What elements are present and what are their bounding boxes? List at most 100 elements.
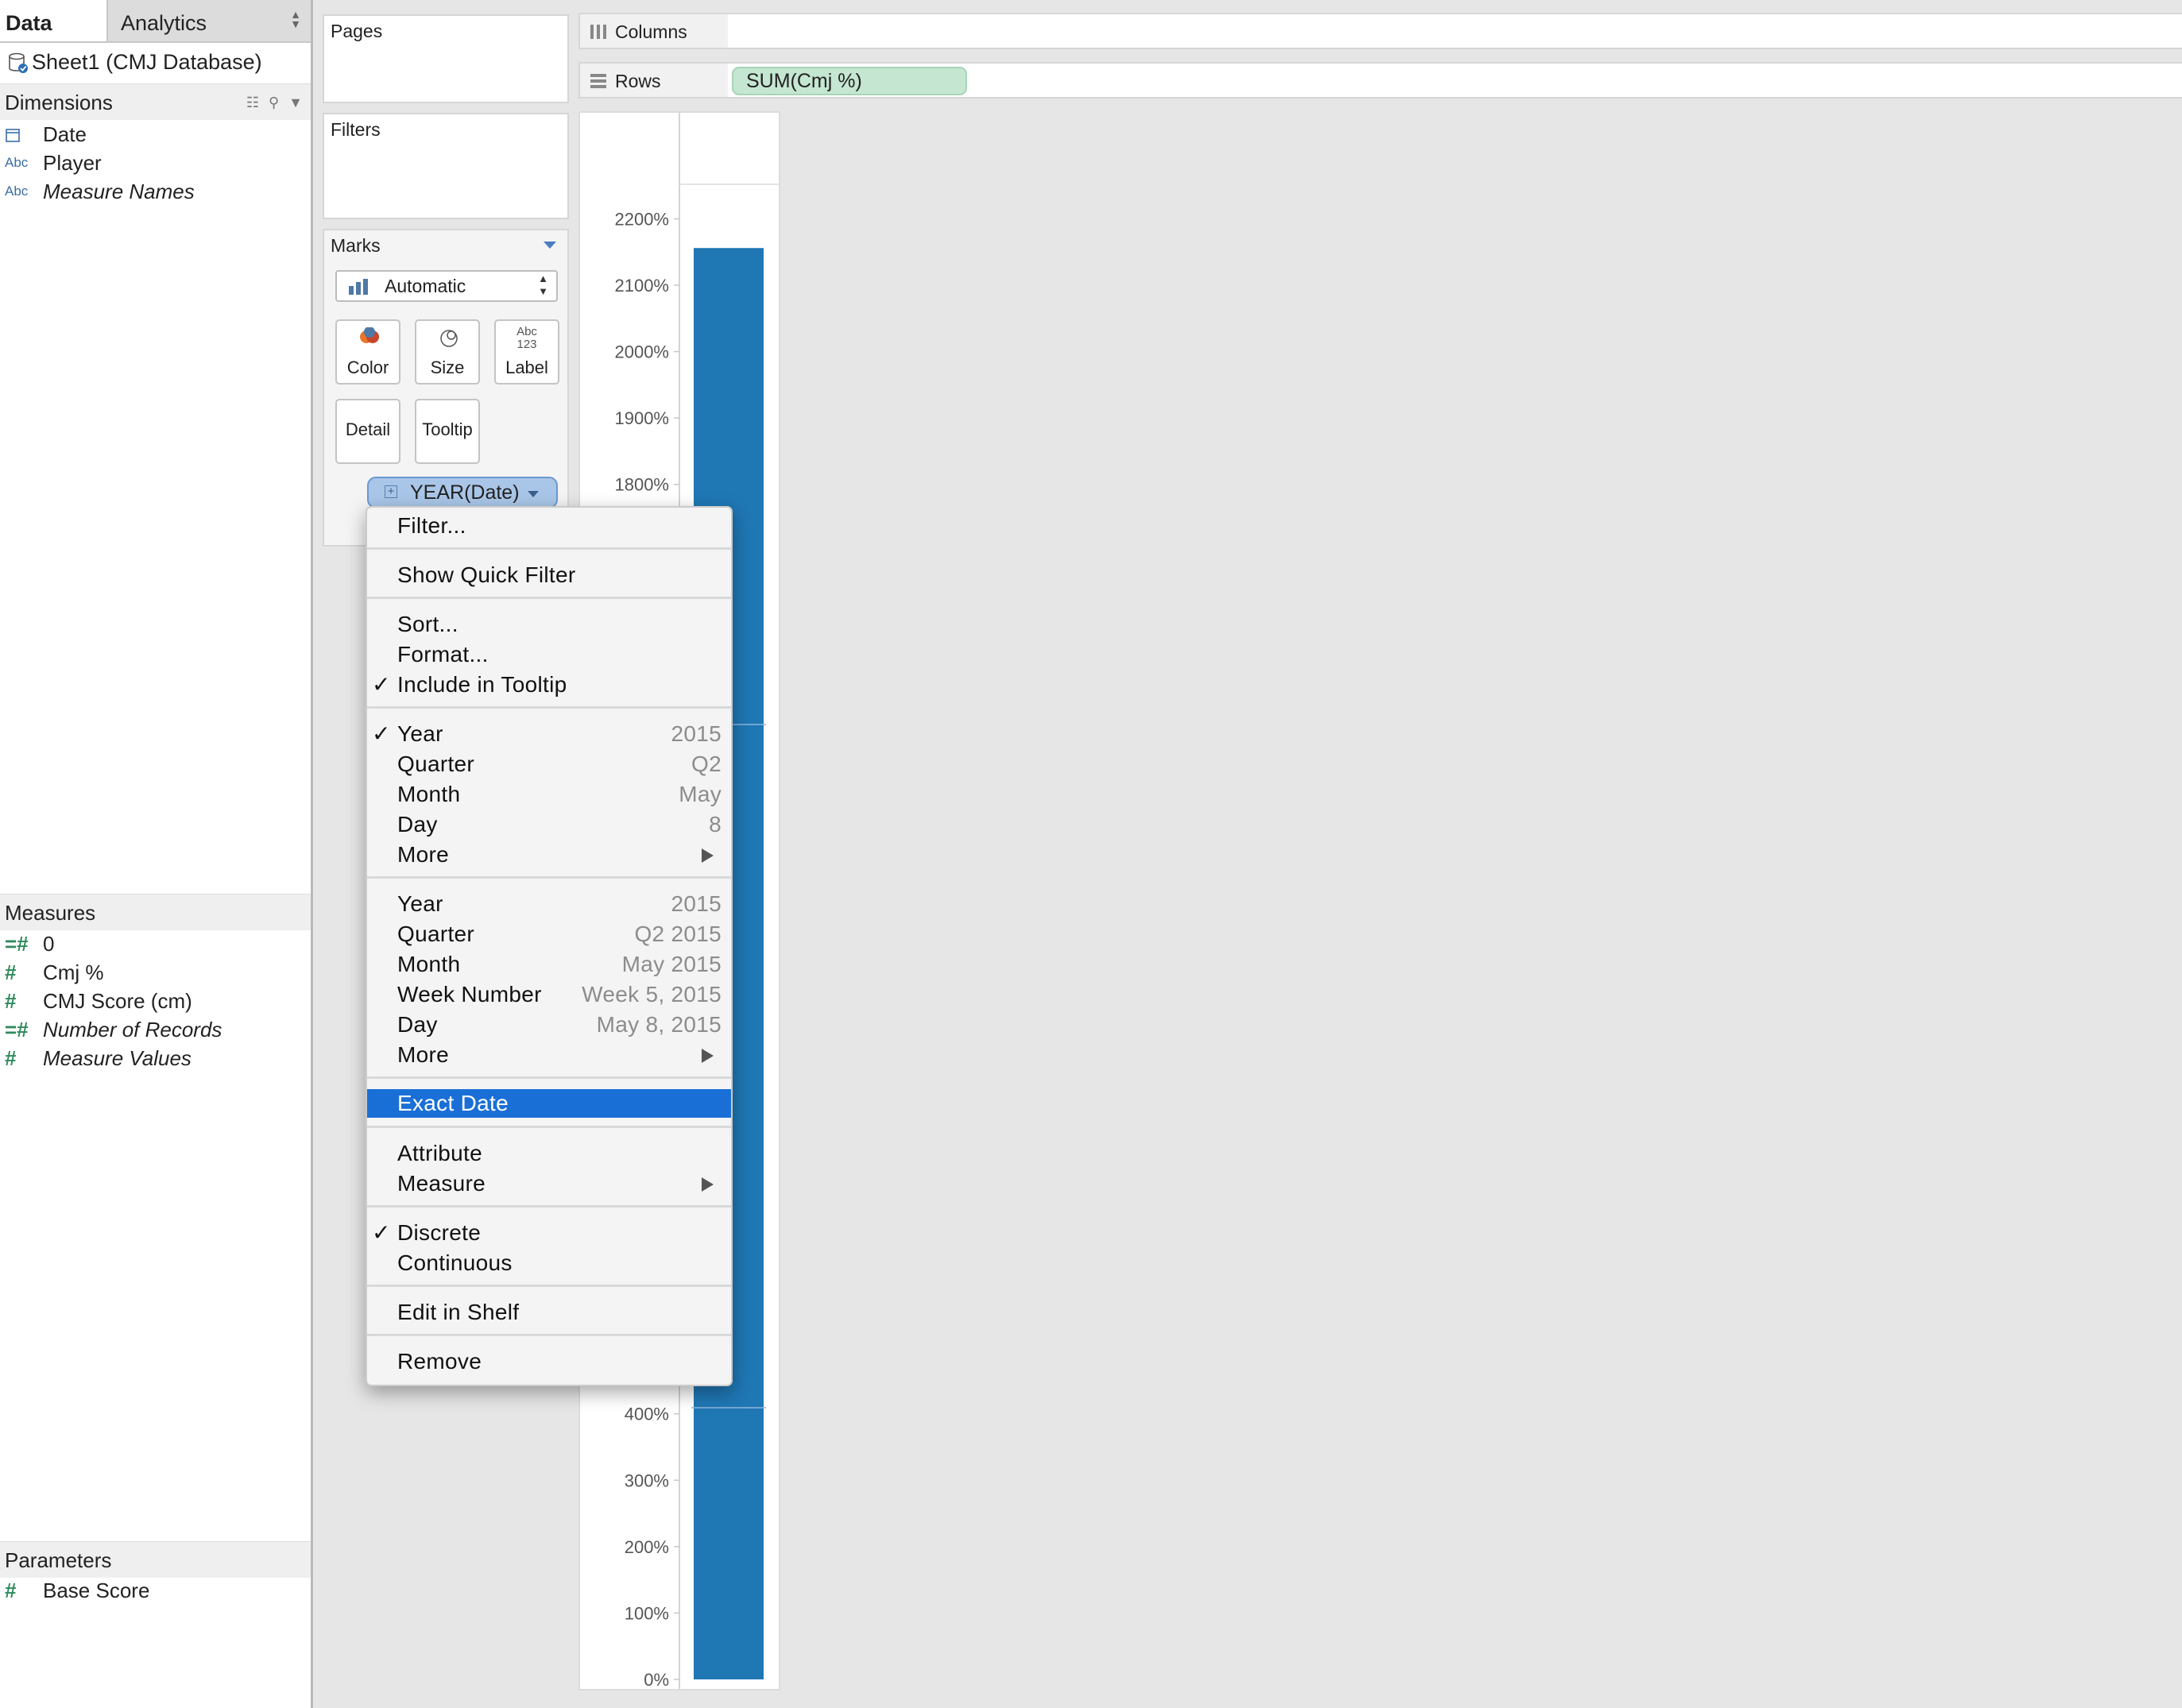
menu-item-attribute[interactable]: Attribute	[367, 1138, 731, 1169]
menu-item-value: 8	[709, 812, 722, 837]
marks-card: Marks Automatic ▲ ▼ Color Size Abc 123 La…	[323, 229, 569, 547]
marks-menu-icon[interactable]	[544, 242, 556, 249]
rows-title: Rows	[615, 71, 661, 91]
menu-item-include-in-tooltip[interactable]: ✓ Include in Tooltip	[367, 670, 731, 700]
calculated-measure-icon: =#	[5, 1018, 29, 1041]
columns-shelf[interactable]: Columns	[578, 13, 2182, 49]
menu-item-quarter[interactable]: Quarter Q2 2015	[367, 919, 731, 949]
dimensions-tools: ☷ ⚲ ▼	[246, 84, 303, 121]
menu-item-day[interactable]: Day 8	[367, 810, 731, 840]
dropdown-icon[interactable]: ▼	[288, 84, 303, 121]
y-tick-label: 2200%	[614, 209, 669, 229]
menu-item-label: Quarter	[397, 752, 475, 776]
tab-data[interactable]: Data	[0, 0, 108, 41]
search-icon[interactable]: ⚲	[269, 84, 279, 121]
menu-item-more[interactable]: More	[367, 840, 731, 870]
menu-item-edit-in-shelf[interactable]: Edit in Shelf	[367, 1297, 731, 1327]
measures-title: Measures	[5, 901, 96, 925]
menu-item-sort[interactable]: Sort...	[367, 609, 731, 640]
menu-item-quarter[interactable]: Quarter Q2	[367, 749, 731, 779]
pill-label: YEAR(Date)	[410, 481, 520, 504]
menu-item-label: More	[397, 842, 449, 867]
menu-item-day[interactable]: Day May 8, 2015	[367, 1010, 731, 1040]
menu-item-continuous[interactable]: Continuous	[367, 1248, 731, 1278]
pages-shelf[interactable]: Pages	[323, 14, 569, 103]
y-tick-label: 1800%	[614, 475, 669, 495]
datasource-item[interactable]: Sheet1 (CMJ Database)	[8, 48, 262, 76]
y-tick-label: 300%	[625, 1470, 669, 1490]
measure-icon: #	[5, 989, 17, 1013]
menu-item-week-number[interactable]: Week Number Week 5, 2015	[367, 980, 731, 1010]
submenu-arrow-icon	[702, 1177, 714, 1192]
abc-icon: Abc	[5, 155, 29, 170]
measure-label: Number of Records	[43, 1018, 222, 1041]
menu-item-more[interactable]: More	[367, 1040, 731, 1070]
pane-switch-icon[interactable]: ▲ ▼	[290, 9, 301, 29]
measure-icon: #	[5, 960, 17, 984]
columns-icon	[590, 25, 606, 39]
menu-item-label: Continuous	[397, 1250, 513, 1275]
mark-type-select[interactable]: Automatic ▲ ▼	[335, 270, 558, 302]
datasource-name: Sheet1 (CMJ Database)	[32, 50, 262, 74]
menu-item-month[interactable]: Month May	[367, 779, 731, 810]
label-icon: Abc 123	[496, 326, 558, 351]
menu-item-format[interactable]: Format...	[367, 640, 731, 670]
submenu-arrow-icon	[702, 848, 714, 863]
label-button[interactable]: Abc 123 Label	[494, 319, 559, 384]
measure-icon: #	[5, 1046, 17, 1070]
menu-item-label: Year	[397, 891, 443, 916]
pill-context-menu: Filter... Show Quick Filter Sort... Format.…	[366, 506, 733, 1386]
rows-header: Rows	[580, 64, 728, 97]
menu-item-label: Attribute	[397, 1141, 482, 1165]
expand-plus-icon[interactable]: +	[385, 485, 397, 498]
measure-label: Cmj %	[43, 960, 104, 984]
size-button[interactable]: Size	[415, 319, 480, 384]
year-date-pill[interactable]: + YEAR(Date)	[367, 477, 558, 508]
menu-item-remove[interactable]: Remove	[367, 1347, 731, 1377]
menu-item-exact-date[interactable]: Exact Date	[367, 1089, 731, 1118]
sum-cmj-pill[interactable]: SUM(Cmj %)	[732, 67, 967, 95]
label-icon-abc: Abc	[516, 325, 537, 338]
menu-separator	[367, 1076, 731, 1079]
rows-shelf[interactable]: Rows SUM(Cmj %)	[578, 62, 2182, 99]
menu-item-month[interactable]: Month May 2015	[367, 949, 731, 980]
menu-item-label: Filter...	[397, 513, 466, 538]
menu-item-value: May	[679, 782, 722, 806]
view-list-icon[interactable]: ☷	[246, 84, 259, 121]
parameters-header: Parameters	[0, 1541, 311, 1578]
y-tick-label: 100%	[625, 1603, 669, 1623]
tab-analytics[interactable]: Analytics	[121, 0, 288, 41]
rows-icon	[590, 74, 606, 88]
label-icon-123: 123	[516, 338, 537, 351]
checkmark-icon: ✓	[372, 1220, 391, 1245]
menu-item-value: Q2	[691, 752, 722, 776]
menu-item-value: Week 5, 2015	[582, 982, 722, 1007]
filters-shelf[interactable]: Filters	[323, 113, 569, 219]
menu-item-label: More	[397, 1042, 449, 1067]
menu-item-filter[interactable]: Filter...	[367, 511, 731, 541]
menu-separator	[367, 547, 731, 550]
detail-button[interactable]: Detail	[335, 399, 400, 464]
tooltip-label: Tooltip	[422, 419, 473, 439]
color-icon	[360, 327, 379, 343]
tooltip-button[interactable]: Tooltip	[415, 399, 480, 464]
menu-item-measure[interactable]: Measure	[367, 1169, 731, 1199]
parameters-title: Parameters	[5, 1548, 112, 1572]
pill-dropdown-icon[interactable]	[528, 491, 539, 497]
menu-item-year[interactable]: Year 2015	[367, 889, 731, 919]
menu-item-label: Discrete	[397, 1220, 482, 1245]
menu-item-discrete[interactable]: ✓ Discrete	[367, 1218, 731, 1248]
menu-separator	[367, 1285, 731, 1287]
menu-item-year[interactable]: ✓ Year 2015	[367, 719, 731, 749]
calculated-measure-icon: =#	[5, 932, 29, 956]
filters-title: Filters	[331, 119, 381, 140]
measure-label: 0	[43, 932, 55, 956]
calendar-icon	[5, 120, 37, 149]
pages-title: Pages	[331, 21, 383, 41]
menu-item-label: Day	[397, 1012, 438, 1037]
menu-item-label: Month	[397, 782, 461, 806]
size-label: Size	[430, 357, 465, 377]
menu-item-label: Remove	[397, 1349, 482, 1374]
color-button[interactable]: Color	[335, 319, 400, 384]
menu-item-show-quick-filter[interactable]: Show Quick Filter	[367, 560, 731, 590]
